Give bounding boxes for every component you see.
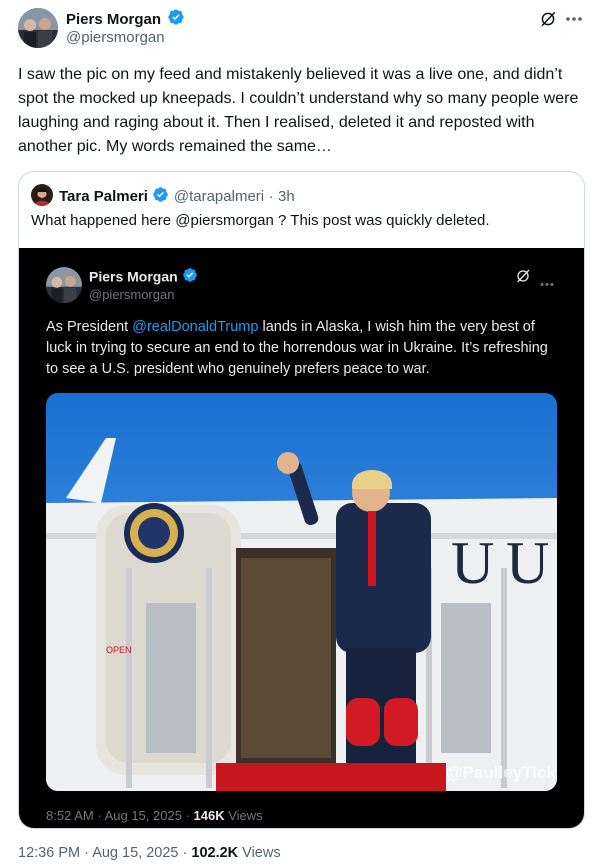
post-text: I saw the pic on my feed and mistakenly …	[18, 66, 579, 155]
embedded-author-avatar	[46, 267, 82, 303]
quoted-author-avatar[interactable]	[31, 184, 53, 206]
post-date[interactable]: Aug 15, 2025	[92, 845, 178, 861]
svg-text:U: U	[451, 530, 494, 596]
quoted-post-text: What happened here @piersmorgan ? This p…	[31, 212, 490, 229]
embedded-views-label: Views	[228, 808, 263, 823]
plane-door-label: OPEN	[106, 645, 132, 655]
embedded-post-time: 8:52 AM	[46, 808, 94, 823]
photo-watermark: @PaulleyTicks	[446, 763, 557, 782]
views-label[interactable]: Views	[242, 845, 280, 861]
grok-icon	[515, 268, 531, 289]
separator-dot: ·	[185, 808, 190, 823]
svg-text:U: U	[506, 530, 549, 596]
embedded-author-name: Piers Morgan	[89, 268, 178, 285]
author-avatar[interactable]	[18, 8, 58, 48]
embedded-post-text: As President @realDonaldTrump lands in A…	[46, 317, 561, 380]
post-time[interactable]: 12:36 PM	[18, 845, 80, 861]
verified-badge-icon	[167, 8, 185, 32]
author-handle[interactable]: @piersmorgan	[66, 29, 165, 46]
more-options-icon[interactable]	[562, 8, 586, 30]
embedded-text-prefix: As President	[46, 319, 133, 335]
grok-icon[interactable]	[537, 8, 559, 30]
author-name[interactable]: Piers Morgan	[66, 11, 161, 28]
embedded-screenshot[interactable]: Piers Morgan @piersmorgan As President @…	[19, 248, 584, 828]
separator-dot: ·	[97, 808, 102, 823]
embedded-views-count: 146K	[193, 808, 225, 823]
separator-dot: ·	[182, 845, 188, 861]
quoted-post-age[interactable]: 3h	[278, 188, 295, 205]
verified-badge-icon	[182, 267, 198, 288]
views-count[interactable]: 102.2K	[191, 845, 238, 861]
post-meta: 12:36 PM · Aug 15, 2025 · 102.2K Views	[18, 845, 281, 861]
quoted-author-handle[interactable]: @tarapalmeri	[174, 188, 264, 205]
embedded-photo: U U OPEN @PaulleyTicks	[46, 393, 557, 791]
separator-dot: ·	[84, 845, 89, 861]
embedded-post-date: Aug 15, 2025	[104, 808, 182, 823]
verified-badge-icon	[152, 186, 169, 208]
quoted-post-card[interactable]: Tara Palmeri @tarapalmeri · 3h What happ…	[18, 171, 585, 829]
embedded-author-handle: @piersmorgan	[89, 287, 175, 302]
separator-dot: ·	[268, 188, 274, 206]
quoted-author-name[interactable]: Tara Palmeri	[59, 188, 148, 205]
embedded-mention-link: @realDonaldTrump	[132, 319, 259, 335]
more-options-icon	[539, 274, 555, 292]
embedded-post-meta: 8:52 AM · Aug 15, 2025 · 146K Views	[46, 808, 263, 823]
